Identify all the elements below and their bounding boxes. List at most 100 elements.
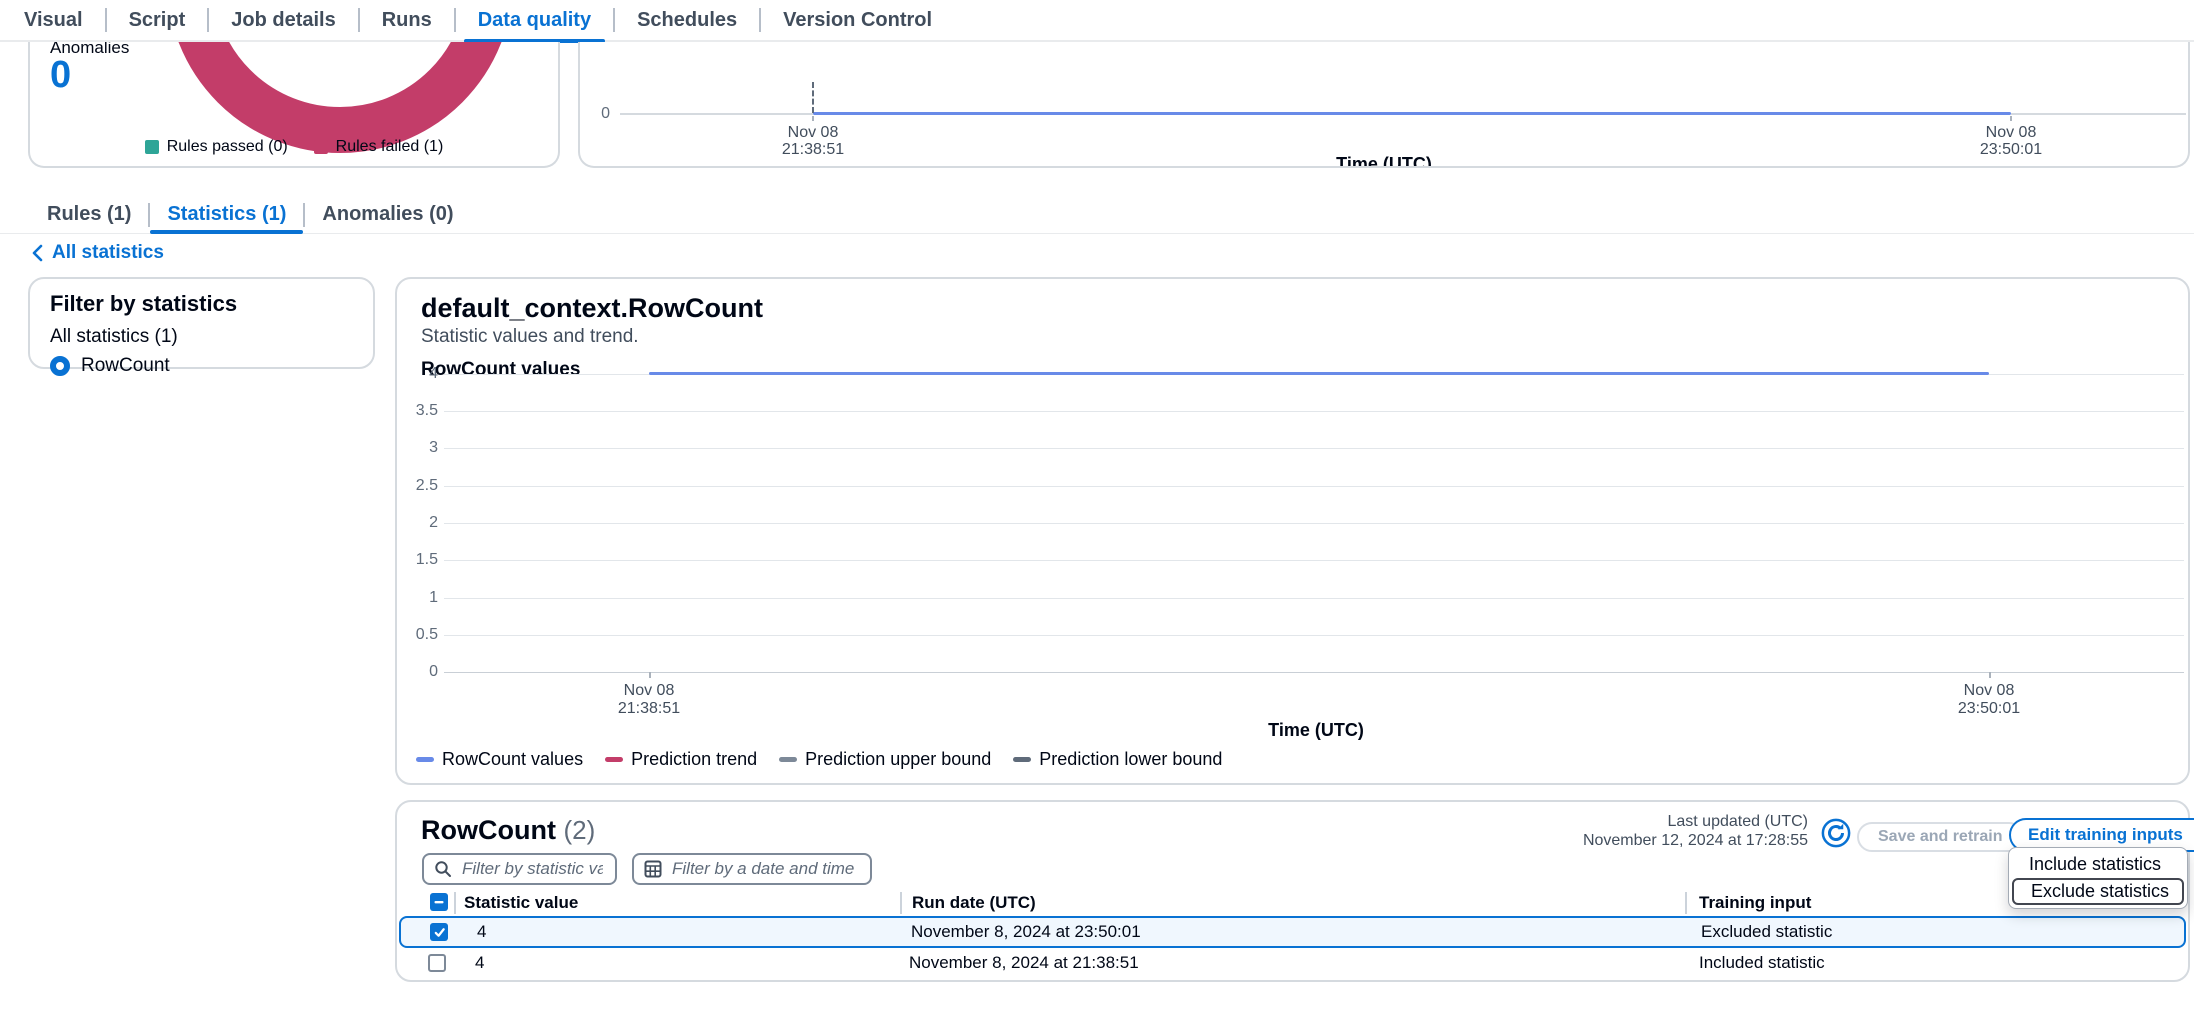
save-and-retrain-button[interactable]: Save and retrain: [1857, 822, 2024, 852]
chart-legend: RowCount values Prediction trend Predict…: [416, 749, 1222, 770]
mini-chart-baseline: [620, 113, 813, 115]
statistic-subtitle: Statistic values and trend.: [421, 326, 2164, 348]
legend-label: Prediction lower bound: [1039, 749, 1222, 770]
y-tick-label: 1.5: [400, 551, 438, 569]
anomalies-summary-card: Anomalies 0 Rules passed (0) Rules faile…: [28, 42, 560, 168]
table-row[interactable]: 4 November 8, 2024 at 23:50:01 Excluded …: [399, 916, 2186, 948]
mini-chart-x-tick: [2010, 116, 2012, 121]
gridline: 2.5: [444, 486, 2184, 487]
gridline: 0.5: [444, 635, 2184, 636]
anomalies-count: 0: [50, 54, 71, 97]
statistic-radio-rowcount[interactable]: RowCount: [50, 355, 353, 377]
refresh-icon: [1821, 818, 1851, 848]
x-tick: [649, 672, 651, 678]
rowcount-values-chart: 4 3.5 3 2.5 2 1.5 1 0.5 0 Nov 08 21:38:5…: [444, 374, 2188, 672]
column-divider[interactable]: [1685, 892, 1687, 914]
tab-anomalies[interactable]: Anomalies (0): [305, 196, 470, 234]
mini-chart-y-tick: 0: [584, 105, 610, 123]
check-icon: [433, 926, 446, 939]
statistic-title: default_context.RowCount: [421, 293, 2164, 323]
gridline: 1: [444, 598, 2184, 599]
rules-passed-swatch: [145, 140, 159, 154]
rules-failed-label: Rules failed (1): [336, 138, 444, 156]
column-header-training-input[interactable]: Training input: [1699, 893, 1811, 913]
dropdown-item-include-statistics[interactable]: Include statistics: [2012, 851, 2184, 878]
legend-swatch: [779, 757, 797, 762]
calendar-icon: [644, 860, 662, 878]
row-checkbox-unchecked[interactable]: [428, 954, 446, 972]
legend-swatch: [605, 757, 623, 762]
table-row-count: (2): [563, 815, 595, 845]
quality-sub-tabs: Rules (1) Statistics (1) Anomalies (0): [0, 196, 2194, 234]
y-tick-label: 0: [400, 663, 438, 681]
radio-selected-icon[interactable]: [50, 356, 70, 376]
tab-job-details[interactable]: Job details: [209, 0, 357, 41]
data-quality-page: Visual Script Job details Runs Data qual…: [0, 0, 2194, 1024]
tab-data-quality[interactable]: Data quality: [456, 0, 613, 41]
cell-run-date: November 8, 2024 at 21:38:51: [909, 953, 1139, 973]
filter-group-label: All statistics (1): [50, 326, 353, 348]
legend-label: Prediction upper bound: [805, 749, 991, 770]
tab-statistics[interactable]: Statistics (1): [150, 196, 303, 234]
x-tick: [1989, 672, 1991, 678]
date-range-filter[interactable]: [632, 853, 872, 885]
row-checkbox-checked[interactable]: [430, 923, 448, 941]
legend-prediction-upper-bound: Prediction upper bound: [779, 749, 991, 770]
statistic-chart-card: default_context.RowCount Statistic value…: [395, 277, 2190, 785]
cell-training-input: Excluded statistic: [1701, 922, 1832, 942]
legend-prediction-trend: Prediction trend: [605, 749, 757, 770]
legend-rules-failed: Rules failed (1): [314, 138, 444, 156]
gridline: 1.5: [444, 560, 2184, 561]
all-statistics-back-link[interactable]: All statistics: [31, 242, 164, 264]
anomaly-trend-card: 0 Nov 08 21:38:51 Nov 08 23:50:01 Time (…: [578, 42, 2190, 168]
cell-training-input: Included statistic: [1699, 953, 1825, 973]
rules-passed-label: Rules passed (0): [167, 138, 288, 156]
tab-runs[interactable]: Runs: [360, 0, 454, 41]
table-row[interactable]: 4 November 8, 2024 at 21:38:51 Included …: [399, 948, 2186, 978]
y-tick-label: 2: [400, 514, 438, 532]
mini-chart-baseline: [2011, 113, 2186, 115]
legend-label: RowCount values: [442, 749, 583, 770]
tab-script[interactable]: Script: [107, 0, 208, 41]
indeterminate-icon: [433, 896, 445, 908]
date-range-filter-input[interactable]: [670, 858, 860, 880]
column-header-run-date[interactable]: Run date (UTC): [912, 893, 1036, 913]
x-label-date: Nov 08: [1919, 682, 2059, 700]
mini-chart-x-label-2: Nov 08 23:50:01: [1941, 124, 2081, 158]
table-title-text: RowCount: [421, 815, 556, 845]
gridline: 2: [444, 523, 2184, 524]
mini-chart-cursor-line: [812, 82, 814, 113]
legend-rules-passed: Rules passed (0): [145, 138, 288, 156]
x-label-date: Nov 08: [1941, 124, 2081, 141]
refresh-button[interactable]: [1821, 818, 1851, 848]
legend-prediction-lower-bound: Prediction lower bound: [1013, 749, 1222, 770]
column-header-statistic-value[interactable]: Statistic value: [464, 893, 578, 913]
filter-by-statistics-panel: Filter by statistics All statistics (1) …: [28, 277, 375, 369]
tab-version-control[interactable]: Version Control: [761, 0, 954, 41]
y-tick-label: 4: [400, 365, 438, 383]
legend-rowcount-values: RowCount values: [416, 749, 583, 770]
mini-chart-x-label-1: Nov 08 21:38:51: [743, 124, 883, 158]
tab-visual[interactable]: Visual: [2, 0, 105, 41]
job-tab-bar: Visual Script Job details Runs Data qual…: [0, 0, 2194, 42]
x-axis-title: Time (UTC): [444, 720, 2188, 741]
dropdown-item-exclude-statistics[interactable]: Exclude statistics: [2012, 878, 2184, 905]
mini-chart-x-tick: [812, 116, 814, 121]
x-axis-line: 0: [444, 672, 2184, 673]
x-label-time: 21:38:51: [579, 700, 719, 718]
cell-statistic-value: 4: [475, 953, 484, 973]
rules-failed-swatch: [314, 140, 328, 154]
y-tick-label: 1: [400, 589, 438, 607]
x-tick-label-2: Nov 08 23:50:01: [1919, 682, 2059, 718]
column-divider[interactable]: [900, 892, 902, 914]
statistic-value-filter[interactable]: [422, 853, 617, 885]
column-divider[interactable]: [454, 892, 456, 914]
filter-panel-title: Filter by statistics: [50, 291, 353, 317]
select-all-checkbox[interactable]: [430, 893, 448, 911]
rules-donut-legend: Rules passed (0) Rules failed (1): [30, 138, 558, 156]
tab-schedules[interactable]: Schedules: [615, 0, 759, 41]
radio-label: RowCount: [81, 355, 170, 377]
tab-rules[interactable]: Rules (1): [30, 196, 148, 234]
statistic-value-filter-input[interactable]: [460, 858, 605, 880]
y-tick-label: 3.5: [400, 402, 438, 420]
